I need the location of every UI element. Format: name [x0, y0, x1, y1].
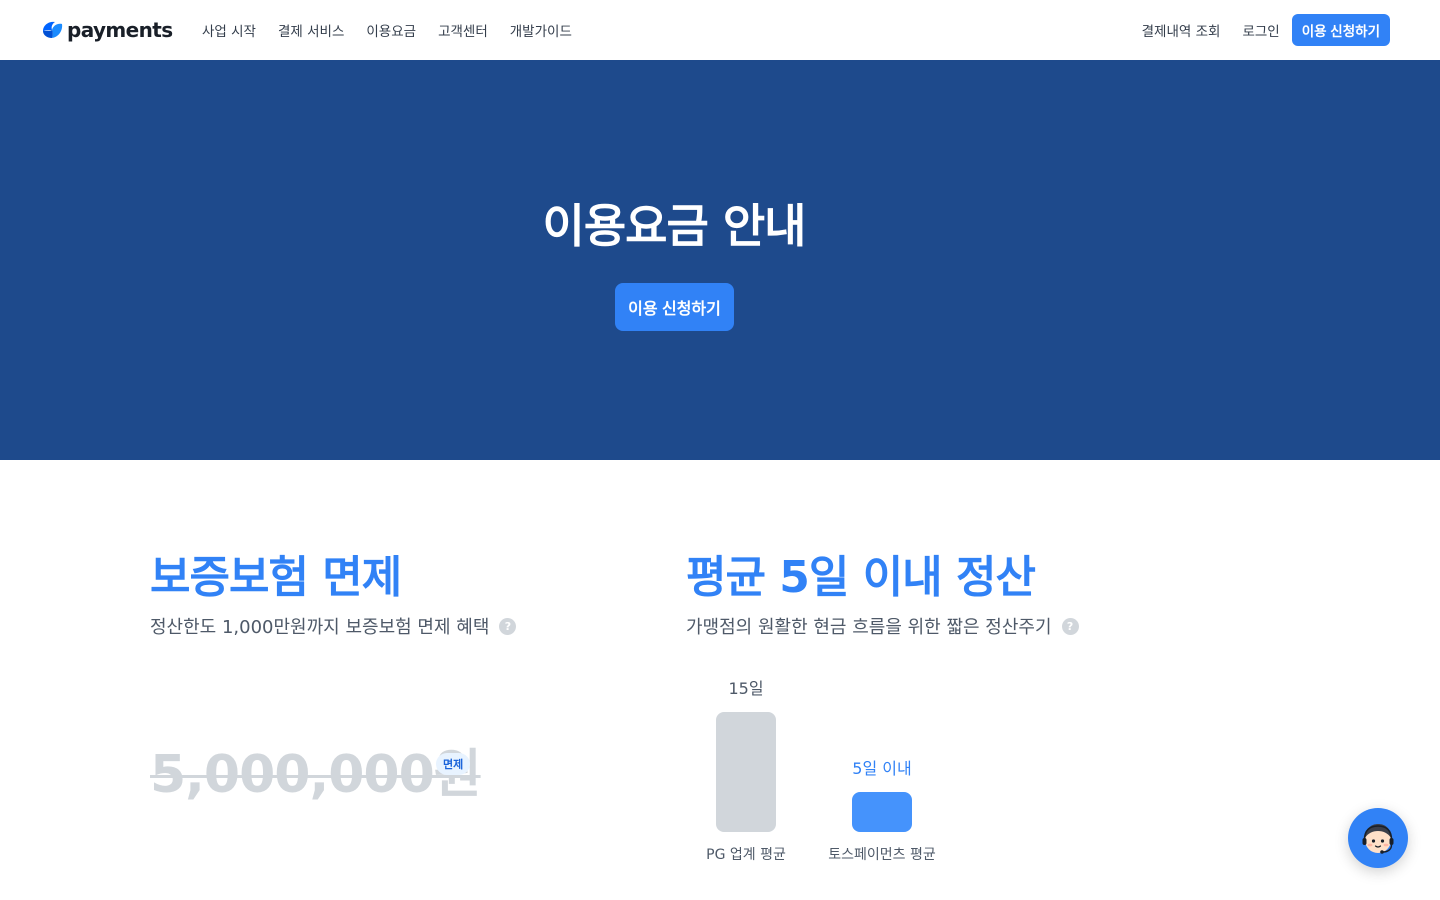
bar-value-label-1: 5일 이내	[852, 759, 911, 778]
main-nav: 사업 시작 결제 서비스 이용요금 고객센터 개발가이드	[202, 0, 594, 60]
chat-support-button[interactable]	[1348, 808, 1408, 868]
settlement-period-chart: 15일 PG 업계 평균 5일 이내토스페이먼츠 평균	[686, 670, 986, 870]
nav-item-pricing[interactable]: 이용요금	[366, 20, 416, 40]
nav-item-payment-services[interactable]: 결제 서비스	[278, 20, 344, 40]
insurance-title: 보증보험 면제	[150, 552, 402, 603]
logo-text: payments	[67, 18, 173, 42]
insurance-subtitle: 정산한도 1,000만원까지 보증보험 면제 혜택 ?	[150, 613, 517, 639]
bar-1	[852, 792, 912, 832]
struck-price: 5,000,000원	[150, 745, 482, 805]
bar-0	[716, 712, 776, 832]
settlement-subtitle: 가맹점의 원활한 현금 흐름을 위한 짧은 정산주기 ?	[686, 613, 1079, 639]
bar-value-label-0: 15일	[728, 679, 763, 698]
nav-item-customer-center[interactable]: 고객센터	[438, 20, 488, 40]
settlement-subtitle-text: 가맹점의 원활한 현금 흐름을 위한 짧은 정산주기	[686, 617, 1052, 638]
payment-history-link[interactable]: 결제내역 조회	[1142, 20, 1221, 40]
settlement-title: 평균 5일 이내 정산	[686, 552, 1036, 603]
top-header: payments 사업 시작 결제 서비스 이용요금 고객센터 개발가이드 결제…	[0, 0, 1440, 60]
hero-banner: 이용요금 안내 이용 신청하기	[0, 60, 1440, 460]
nav-item-start-business[interactable]: 사업 시작	[202, 20, 256, 40]
settlement-help-icon[interactable]: ?	[1061, 617, 1079, 635]
header-apply-button[interactable]: 이용 신청하기	[1291, 14, 1390, 46]
bar-category-label-1: 토스페이먼츠 평균	[828, 847, 936, 863]
logo-mark-icon	[43, 21, 63, 38]
settlement-chart-svg: 15일 PG 업계 평균 5일 이내토스페이먼츠 평균	[706, 679, 936, 863]
payments-logo[interactable]: payments	[40, 17, 173, 43]
nav-item-dev-guide[interactable]: 개발가이드	[510, 20, 572, 40]
bar-category-label-0: PG 업계 평균	[706, 847, 786, 863]
exempt-badge: 면제	[436, 753, 471, 775]
header-actions: 결제내역 조회 로그인 이용 신청하기	[1120, 0, 1390, 60]
hero-title: 이용요금 안내	[542, 199, 807, 253]
login-link[interactable]: 로그인	[1242, 20, 1279, 40]
insurance-help-icon[interactable]: ?	[499, 617, 517, 635]
insurance-subtitle-text: 정산한도 1,000만원까지 보증보험 면제 혜택	[150, 617, 490, 638]
support-agent-icon	[1362, 824, 1394, 854]
hero-apply-button[interactable]: 이용 신청하기	[615, 283, 734, 331]
